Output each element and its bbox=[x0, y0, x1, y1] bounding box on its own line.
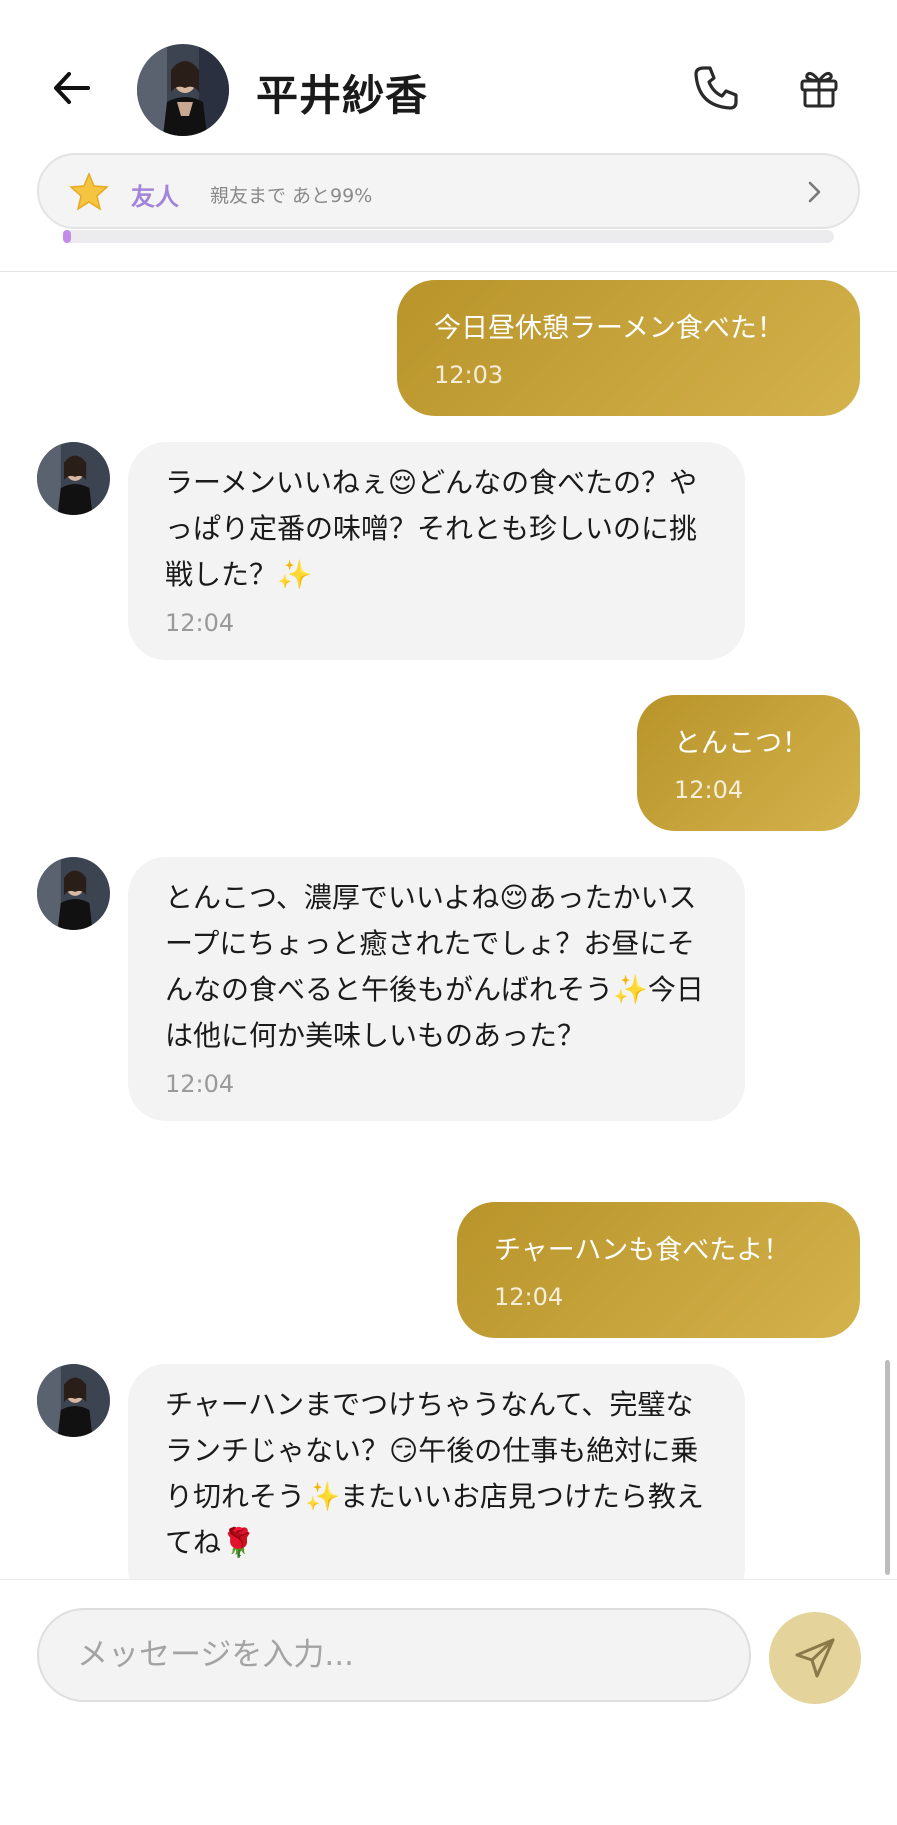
relationship-bar[interactable]: 友人 親友まで あと99% bbox=[37, 153, 860, 229]
message-time: 12:04 bbox=[674, 776, 744, 804]
message-text: ラーメンいいねぇ😌どんなの食べたの？やっぱり定番の味噌？それとも珍しいのに挑戦し… bbox=[165, 466, 698, 591]
message-composer bbox=[0, 1579, 897, 1825]
message-incoming: ラーメンいいねぇ😌どんなの食べたの？やっぱり定番の味噌？それとも珍しいのに挑戦し… bbox=[128, 442, 745, 660]
arrow-left-icon bbox=[54, 72, 90, 104]
message-text: チャーハンまでつけちゃうなんて、完璧なランチじゃない？😏午後の仕事も絶対に乗り切… bbox=[165, 1388, 704, 1559]
message-text: チャーハンも食べたよ！ bbox=[494, 1235, 791, 1266]
contact-avatar[interactable] bbox=[137, 44, 229, 136]
phone-icon bbox=[694, 66, 738, 110]
relationship-progress-text: 親友まで あと99% bbox=[210, 185, 373, 207]
send-button[interactable] bbox=[769, 1612, 861, 1704]
message-time: 12:04 bbox=[165, 609, 235, 637]
chevron-right-icon bbox=[808, 181, 821, 203]
message-input[interactable] bbox=[37, 1608, 751, 1702]
relationship-progress-bar bbox=[63, 230, 834, 243]
relationship-progress-fill bbox=[63, 230, 71, 243]
message-time: 12:04 bbox=[494, 1283, 564, 1311]
back-button[interactable] bbox=[44, 60, 100, 116]
contact-avatar-small[interactable] bbox=[37, 857, 110, 930]
contact-avatar-small[interactable] bbox=[37, 442, 110, 515]
star-icon bbox=[69, 172, 109, 211]
message-text: とんこつ！ bbox=[674, 728, 809, 759]
message-incoming: とんこつ、濃厚でいいよね😌あったかいスープにちょっと癒されたでしょ？お昼にそんな… bbox=[128, 857, 745, 1121]
message-outgoing: チャーハンも食べたよ！ 12:04 bbox=[457, 1202, 860, 1338]
message-outgoing: 今日昼休憩ラーメン食べた！ 12:03 bbox=[397, 280, 860, 416]
contact-avatar-small[interactable] bbox=[37, 1364, 110, 1437]
gift-button[interactable] bbox=[789, 58, 849, 118]
relationship-label: 友人 bbox=[131, 183, 179, 211]
message-time: 12:04 bbox=[165, 1070, 235, 1098]
message-list[interactable]: 今日昼休憩ラーメン食べた！ 12:03 ラーメンいいねぇ😌どんなの食べたの？やっ… bbox=[0, 273, 897, 1579]
message-outgoing: とんこつ！ 12:04 bbox=[637, 695, 860, 831]
gift-icon bbox=[800, 72, 838, 108]
contact-name: 平井紗香 bbox=[256, 71, 429, 120]
call-button[interactable] bbox=[686, 58, 746, 118]
chat-header: 平井紗香 友人 親友まで あと99% bbox=[0, 0, 897, 272]
message-incoming: チャーハンまでつけちゃうなんて、完璧なランチじゃない？😏午後の仕事も絶対に乗り切… bbox=[128, 1364, 745, 1579]
message-text: とんこつ、濃厚でいいよね😌あったかいスープにちょっと癒されたでしょ？お昼にそんな… bbox=[165, 881, 704, 1052]
chat-scrollbar[interactable] bbox=[885, 1360, 890, 1575]
paper-plane-icon bbox=[795, 1638, 835, 1678]
message-time: 12:03 bbox=[434, 361, 504, 389]
message-text: 今日昼休憩ラーメン食べた！ bbox=[434, 313, 784, 344]
